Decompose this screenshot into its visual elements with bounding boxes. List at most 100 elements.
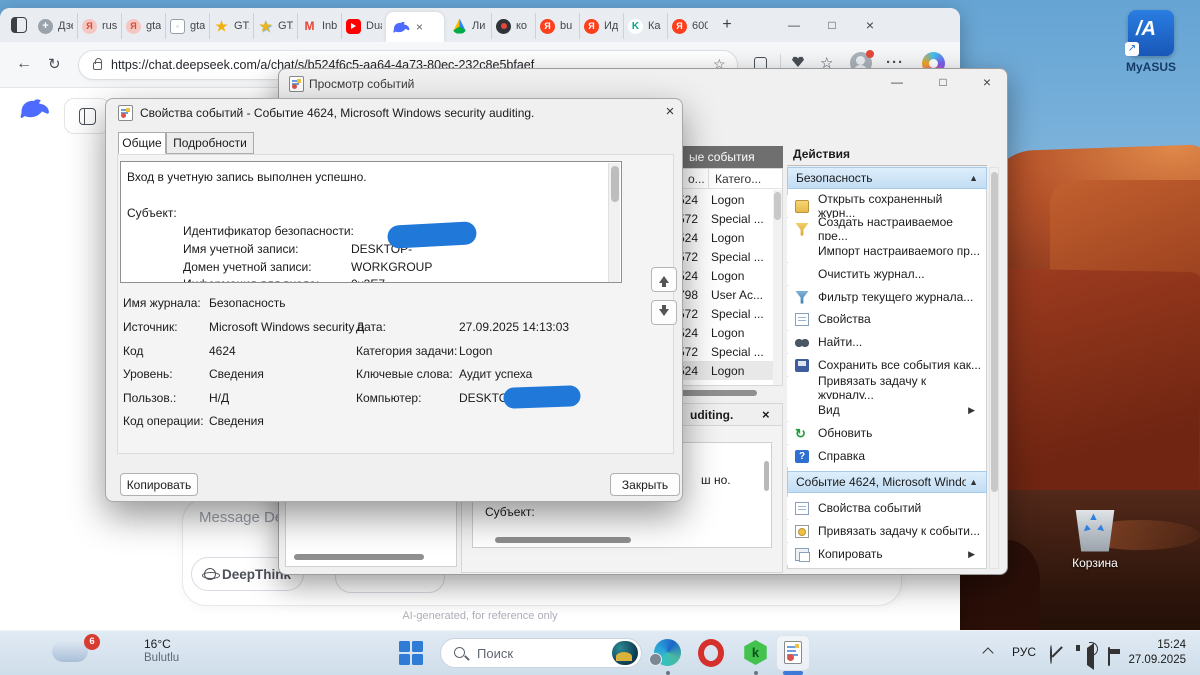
event-row[interactable]: 572Special: [666, 380, 782, 386]
event-row[interactable]: 524Logon: [666, 323, 782, 342]
next-event-button[interactable]: [651, 300, 677, 325]
event-viewer-taskbar-icon[interactable]: [776, 635, 810, 671]
browser-tab[interactable]: MInb: [298, 13, 342, 39]
new-tab-button[interactable]: +: [716, 14, 738, 36]
event-row[interactable]: 572Special ...: [666, 304, 782, 323]
collapse-icon[interactable]: ▲: [969, 173, 978, 183]
action-help[interactable]: ?Справка: [787, 445, 983, 467]
action-view-submenu[interactable]: Вид▶: [787, 399, 983, 421]
event-row[interactable]: 524Logon: [666, 266, 782, 285]
network-globe-icon[interactable]: [1050, 645, 1052, 664]
copy-button[interactable]: Копировать: [120, 473, 198, 496]
search-box[interactable]: Поиск: [440, 638, 642, 668]
action-filter-current-log[interactable]: Фильтр текущего журнала...: [787, 286, 983, 308]
refresh-icon[interactable]: ↻: [48, 55, 61, 73]
preview-vscrollbar[interactable]: [764, 461, 769, 491]
action-clear-log[interactable]: Очистить журнал...: [787, 263, 983, 285]
action-properties[interactable]: Свойства: [787, 308, 983, 330]
language-indicator[interactable]: РУС: [1012, 645, 1036, 659]
browser-tab[interactable]: ЯИд: [580, 13, 624, 39]
browser-tab-active-deepseek[interactable]: ×: [386, 12, 444, 42]
actions-section-security[interactable]: Безопасность▲: [787, 167, 987, 189]
kaspersky-taskbar-icon[interactable]: k: [743, 640, 768, 665]
action-open-saved-log[interactable]: Открыть сохраненный журн...: [787, 195, 983, 217]
list-column-headers[interactable]: о... Катего...: [666, 169, 782, 189]
search-highlight-image[interactable]: [612, 641, 638, 665]
event-row[interactable]: 572Special ...: [666, 247, 782, 266]
browser-tab[interactable]: Dua: [342, 13, 386, 39]
gdrive-icon: [452, 19, 467, 34]
star-icon: ★: [214, 19, 229, 34]
preview-hscrollbar[interactable]: [495, 537, 631, 543]
event-row[interactable]: 572Special ...: [666, 209, 782, 228]
action-save-all-events[interactable]: Сохранить все события как...: [787, 354, 983, 376]
tab-close-icon[interactable]: ×: [416, 20, 423, 34]
yandex-icon: Я: [126, 19, 141, 34]
browser-minimize-button[interactable]: —: [776, 14, 812, 36]
action-event-properties[interactable]: Свойства событий: [787, 497, 983, 519]
browser-tab[interactable]: Ли: [448, 13, 492, 39]
tab-general[interactable]: Общие: [118, 132, 166, 154]
list-vscrollbar[interactable]: [773, 190, 782, 386]
event-row-selected[interactable]: 524Logon: [666, 361, 782, 380]
event-row[interactable]: 524Logon: [666, 228, 782, 247]
tab-label: GTA: [234, 20, 249, 32]
browser-tab[interactable]: ко: [492, 13, 536, 39]
weather-temp[interactable]: 16°C: [144, 637, 171, 651]
dialog-close-icon[interactable]: ×: [658, 103, 682, 123]
event-row[interactable]: 524Logon: [666, 190, 782, 209]
browser-tab[interactable]: Яrus: [78, 13, 122, 39]
start-button[interactable]: [399, 641, 423, 665]
action-refresh[interactable]: ↻Обновить: [787, 422, 983, 444]
actions-vscrollbar[interactable]: [989, 167, 999, 569]
tab-details[interactable]: Подробности: [166, 132, 254, 154]
myasus-desktop-icon[interactable]: /A ↗: [1128, 10, 1174, 56]
actions-section-event-4624[interactable]: Событие 4624, Microsoft Window...▲: [787, 471, 987, 493]
notification-badge: 6: [84, 634, 100, 650]
description-vscrollbar[interactable]: [608, 163, 620, 282]
opera-taskbar-icon[interactable]: [698, 639, 724, 667]
recycle-bin-icon[interactable]: ▲ ▲ ▲: [1072, 503, 1118, 553]
browser-tab[interactable]: ★ GTA: [210, 13, 254, 39]
event-description-box[interactable]: Вход в учетную запись выполнен успешно. …: [120, 161, 622, 283]
action-attach-task-to-log[interactable]: Привязать задачу к журналу...: [787, 377, 983, 399]
collapse-icon[interactable]: ▲: [969, 477, 978, 487]
weather-cloud-icon[interactable]: [52, 640, 88, 662]
browser-close-button[interactable]: ×: [852, 14, 888, 36]
ev-maximize-button[interactable]: □: [925, 71, 961, 93]
browser-tab[interactable]: ▫gta: [166, 13, 210, 39]
action-create-custom-view[interactable]: Создать настраиваемое пре...: [787, 218, 983, 240]
close-button[interactable]: Закрыть: [610, 473, 680, 496]
browser-tab[interactable]: Я600: [668, 13, 712, 39]
column-header-code[interactable]: о...: [688, 172, 705, 186]
clock[interactable]: 15:24 27.09.2025: [1108, 638, 1186, 668]
back-icon[interactable]: ←: [16, 55, 32, 73]
active-app-indicator: [783, 671, 803, 675]
browser-tab[interactable]: Яbu: [536, 13, 580, 39]
tree-hscrollbar[interactable]: [294, 554, 424, 560]
event-row[interactable]: 798User Ac...: [666, 285, 782, 304]
sidebar-toggle-button[interactable]: [64, 98, 110, 134]
browser-essentials-icon[interactable]: [792, 56, 804, 67]
action-attach-task-to-event[interactable]: Привязать задачу к событи...: [787, 520, 983, 542]
tray-chevron-icon[interactable]: [982, 647, 993, 658]
action-copy-submenu[interactable]: Копировать▶: [787, 543, 983, 565]
browser-tab[interactable]: KКа: [624, 13, 668, 39]
event-row[interactable]: 572Special ...: [666, 342, 782, 361]
browser-tab[interactable]: ★GTA: [254, 13, 298, 39]
action-import-custom-view[interactable]: Импорт настраиваемого пр...: [787, 240, 983, 262]
preview-close-icon[interactable]: ×: [762, 407, 770, 422]
weather-condition[interactable]: Bulutlu: [144, 652, 179, 664]
column-header-category[interactable]: Катего...: [715, 172, 761, 186]
previous-event-button[interactable]: [651, 267, 677, 292]
browser-tab[interactable]: +Дзе: [34, 13, 78, 39]
browser-maximize-button[interactable]: □: [814, 14, 850, 36]
workspaces-icon[interactable]: [11, 17, 27, 33]
ev-minimize-button[interactable]: —: [879, 71, 915, 93]
browser-tab[interactable]: Яgta: [122, 13, 166, 39]
volume-icon[interactable]: [1087, 643, 1094, 670]
search-placeholder: Поиск: [477, 646, 513, 661]
action-find[interactable]: Найти...: [787, 331, 983, 353]
ev-close-button[interactable]: ×: [969, 71, 1005, 93]
recycle-arrow-icon: ▲: [1088, 511, 1099, 523]
